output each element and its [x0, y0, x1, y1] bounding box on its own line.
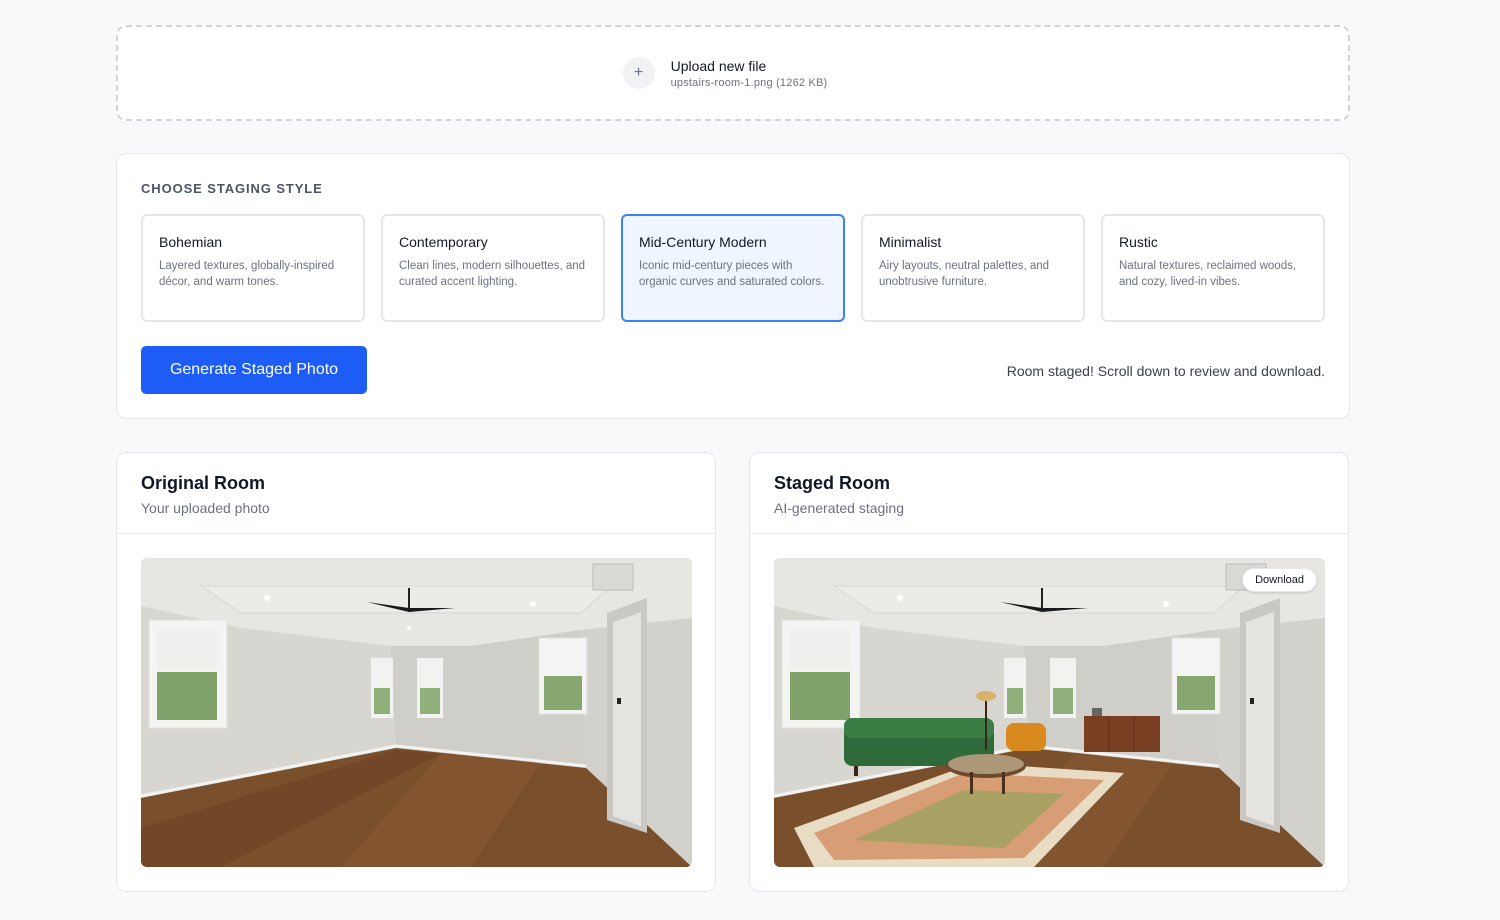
- card-title: Original Room: [141, 473, 266, 493]
- style-card-bohemian[interactable]: Bohemian Layered textures, globally-insp…: [141, 214, 365, 322]
- room-illustration: [141, 558, 692, 867]
- room-illustration: [774, 558, 1325, 867]
- style-card-minimalist[interactable]: Minimalist Airy layouts, neutral palette…: [861, 214, 1085, 322]
- style-name: Rustic: [1119, 234, 1158, 250]
- upload-text: Upload new file upstairs-room-1.png (126…: [671, 58, 828, 89]
- upload-dropzone[interactable]: + Upload new file upstairs-room-1.png (1…: [116, 25, 1350, 121]
- upload-title: Upload new file: [670, 57, 767, 74]
- card-header: Staged Room AI-generated staging: [750, 453, 1348, 534]
- style-name: Contemporary: [399, 234, 488, 250]
- status-message: Room staged! Scroll down to review and d…: [1006, 363, 1325, 379]
- card-title: Staged Room: [774, 473, 891, 493]
- staged-room-card: Staged Room AI-generated staging Downloa…: [749, 452, 1349, 892]
- style-name: Bohemian: [159, 234, 223, 250]
- staged-room-photo: Download: [774, 558, 1325, 867]
- style-description: Layered textures, globally-inspired déco…: [159, 260, 335, 288]
- original-room-photo: [141, 558, 692, 867]
- style-description: Iconic mid-century pieces with organic c…: [639, 260, 825, 288]
- style-options: Bohemian Layered textures, globally-insp…: [141, 214, 1325, 322]
- original-room-card: Original Room Your uploaded photo: [116, 452, 716, 892]
- style-card-contemporary[interactable]: Contemporary Clean lines, modern silhoue…: [381, 214, 605, 322]
- plus-icon[interactable]: +: [622, 57, 655, 89]
- upload-file-info: upstairs-room-1.png (1262 KB): [670, 76, 828, 89]
- card-subtitle: AI-generated staging: [774, 500, 904, 516]
- card-subtitle: Your uploaded photo: [141, 500, 270, 516]
- download-button[interactable]: Download: [1242, 568, 1317, 592]
- style-card-mid-century-modern[interactable]: Mid-Century Modern Iconic mid-century pi…: [621, 214, 845, 322]
- upload-content: + Upload new file upstairs-room-1.png (1…: [622, 57, 828, 89]
- generate-staged-photo-button[interactable]: Generate Staged Photo: [141, 346, 367, 394]
- style-description: Natural textures, reclaimed woods, and c…: [1119, 260, 1297, 288]
- style-description: Airy layouts, neutral palettes, and unob…: [879, 260, 1050, 288]
- style-description: Clean lines, modern silhouettes, and cur…: [399, 260, 586, 288]
- style-name: Mid-Century Modern: [639, 234, 767, 250]
- staging-style-panel: CHOOSE STAGING STYLE Bohemian Layered te…: [116, 153, 1350, 419]
- section-label: CHOOSE STAGING STYLE: [141, 181, 323, 196]
- style-name: Minimalist: [879, 234, 942, 250]
- style-card-rustic[interactable]: Rustic Natural textures, reclaimed woods…: [1101, 214, 1325, 322]
- card-header: Original Room Your uploaded photo: [117, 453, 715, 534]
